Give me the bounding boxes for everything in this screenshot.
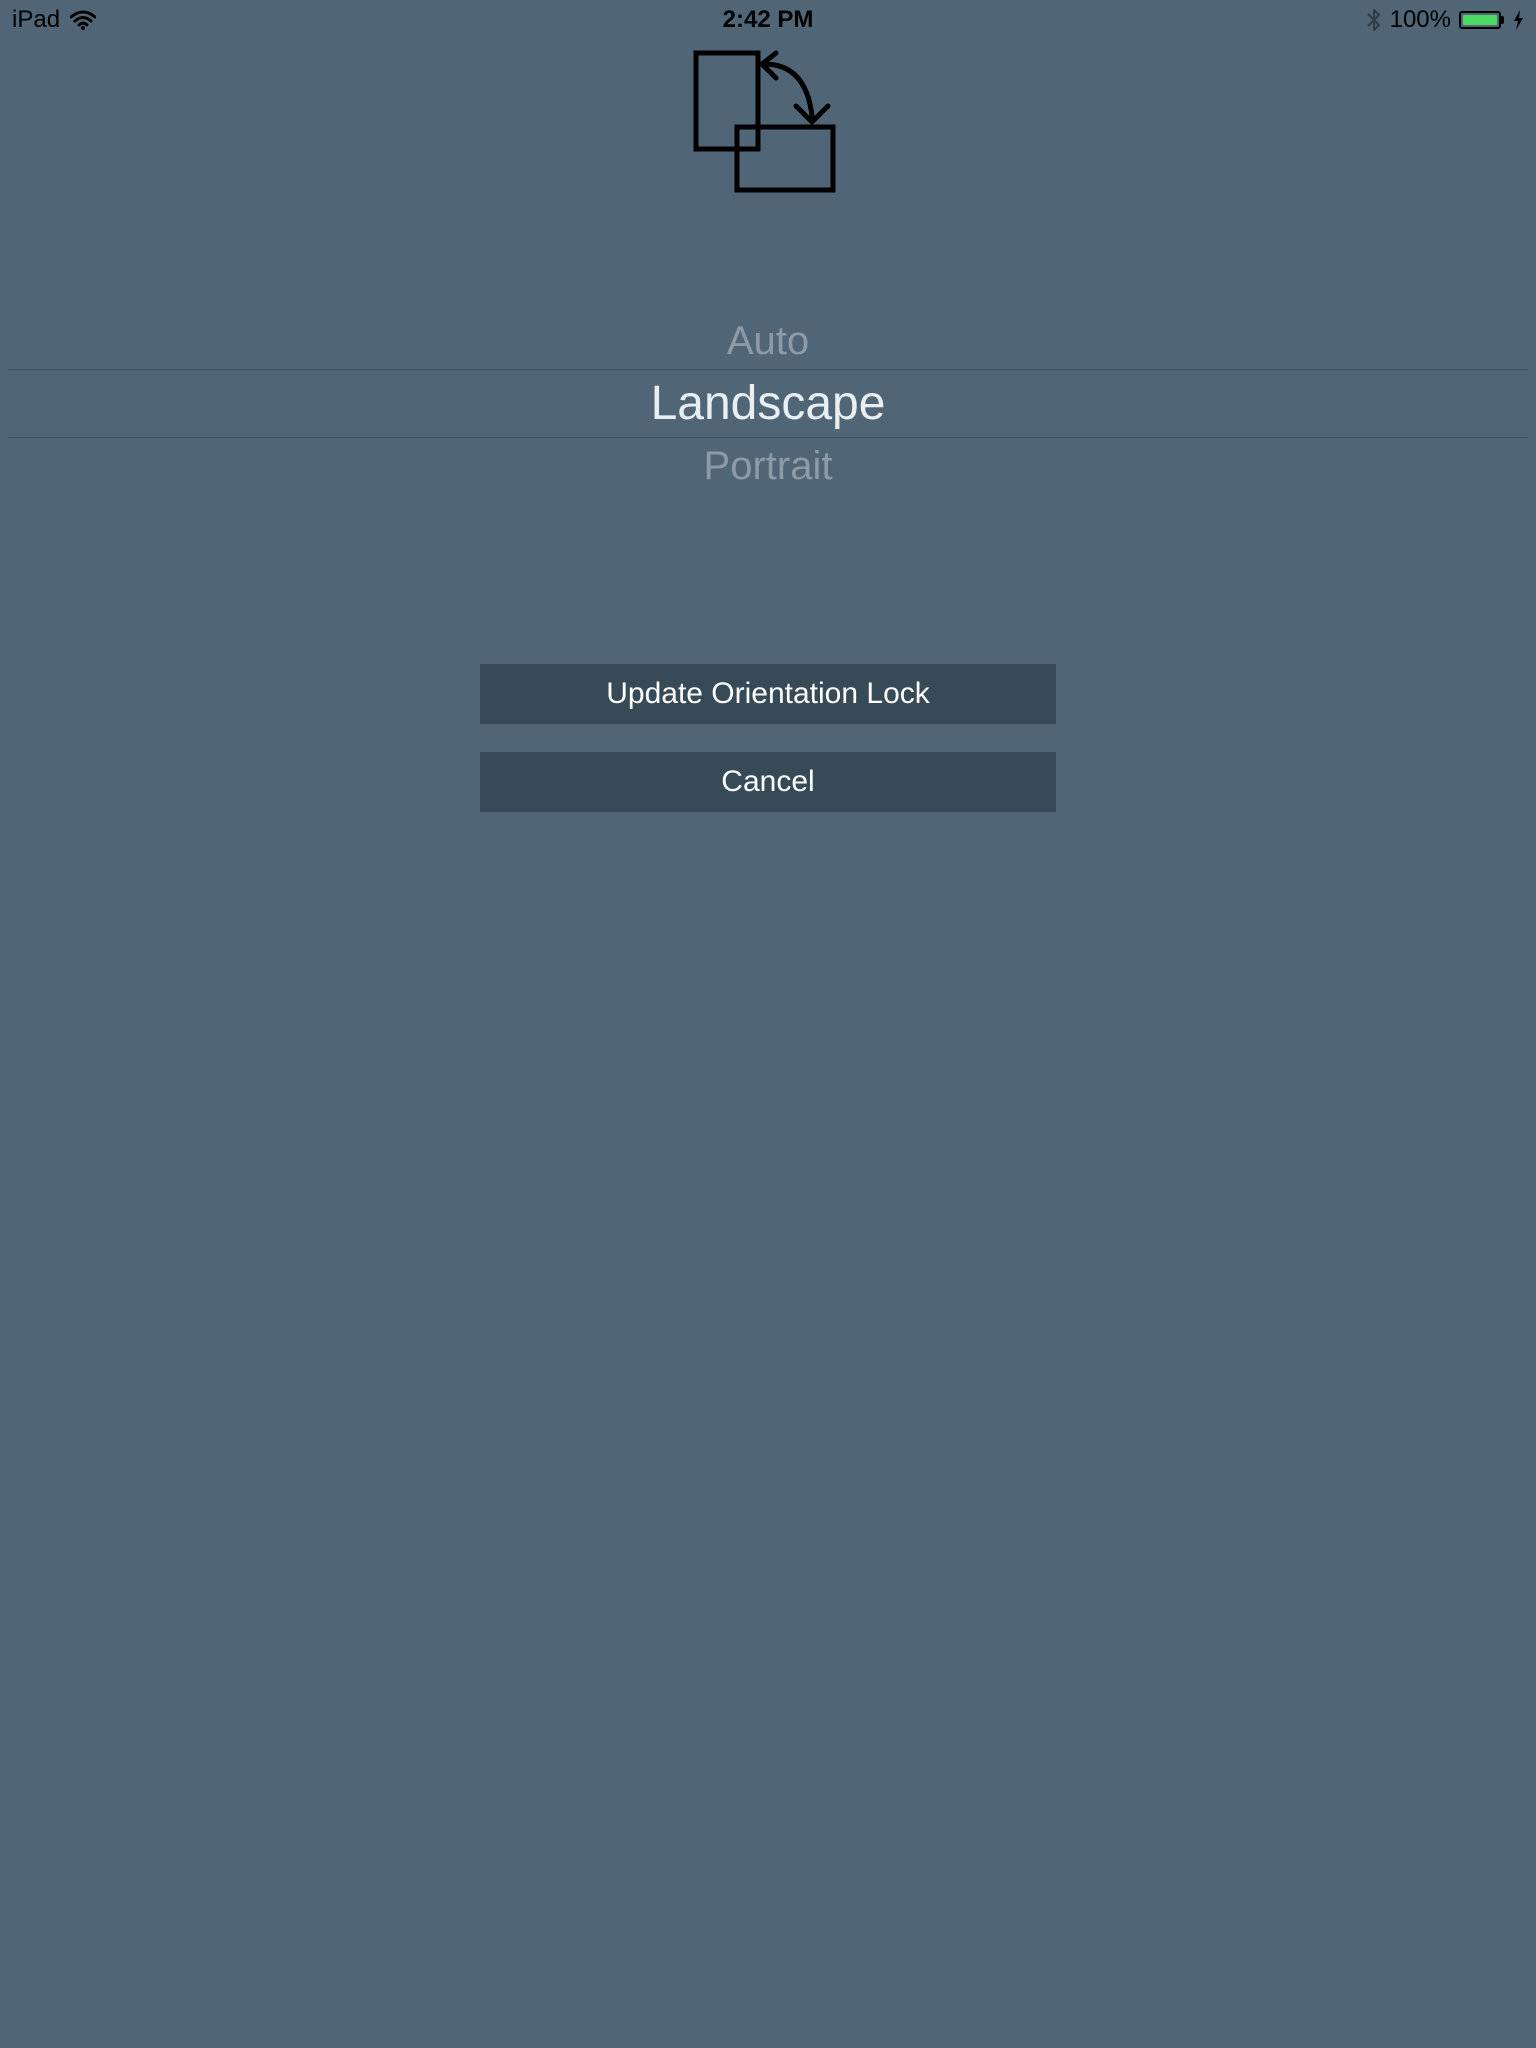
picker-option-landscape[interactable]: Landscape xyxy=(0,372,1536,436)
picker-selection-line-top xyxy=(8,369,1528,370)
status-bar-right: 100% xyxy=(1366,6,1524,34)
charging-icon xyxy=(1514,10,1523,30)
orientation-picker[interactable]: Auto Landscape Portrait xyxy=(0,300,1536,500)
battery-cap xyxy=(1501,16,1504,24)
picker-option-auto[interactable]: Auto xyxy=(0,316,1536,366)
battery-fill xyxy=(1463,15,1497,25)
status-bar: iPad 2:42 PM 100% xyxy=(0,0,1536,40)
update-orientation-lock-button[interactable]: Update Orientation Lock xyxy=(480,664,1056,724)
picker-selection-line-bottom xyxy=(8,437,1528,438)
battery-body xyxy=(1459,11,1501,29)
picker-option-portrait[interactable]: Portrait xyxy=(0,441,1536,491)
battery-percent: 100% xyxy=(1389,6,1451,33)
orientation-rotate-icon xyxy=(693,50,836,193)
bluetooth-icon xyxy=(1366,9,1380,31)
battery-icon xyxy=(1459,11,1504,29)
cancel-button[interactable]: Cancel xyxy=(480,752,1056,812)
status-time: 2:42 PM xyxy=(722,6,814,33)
